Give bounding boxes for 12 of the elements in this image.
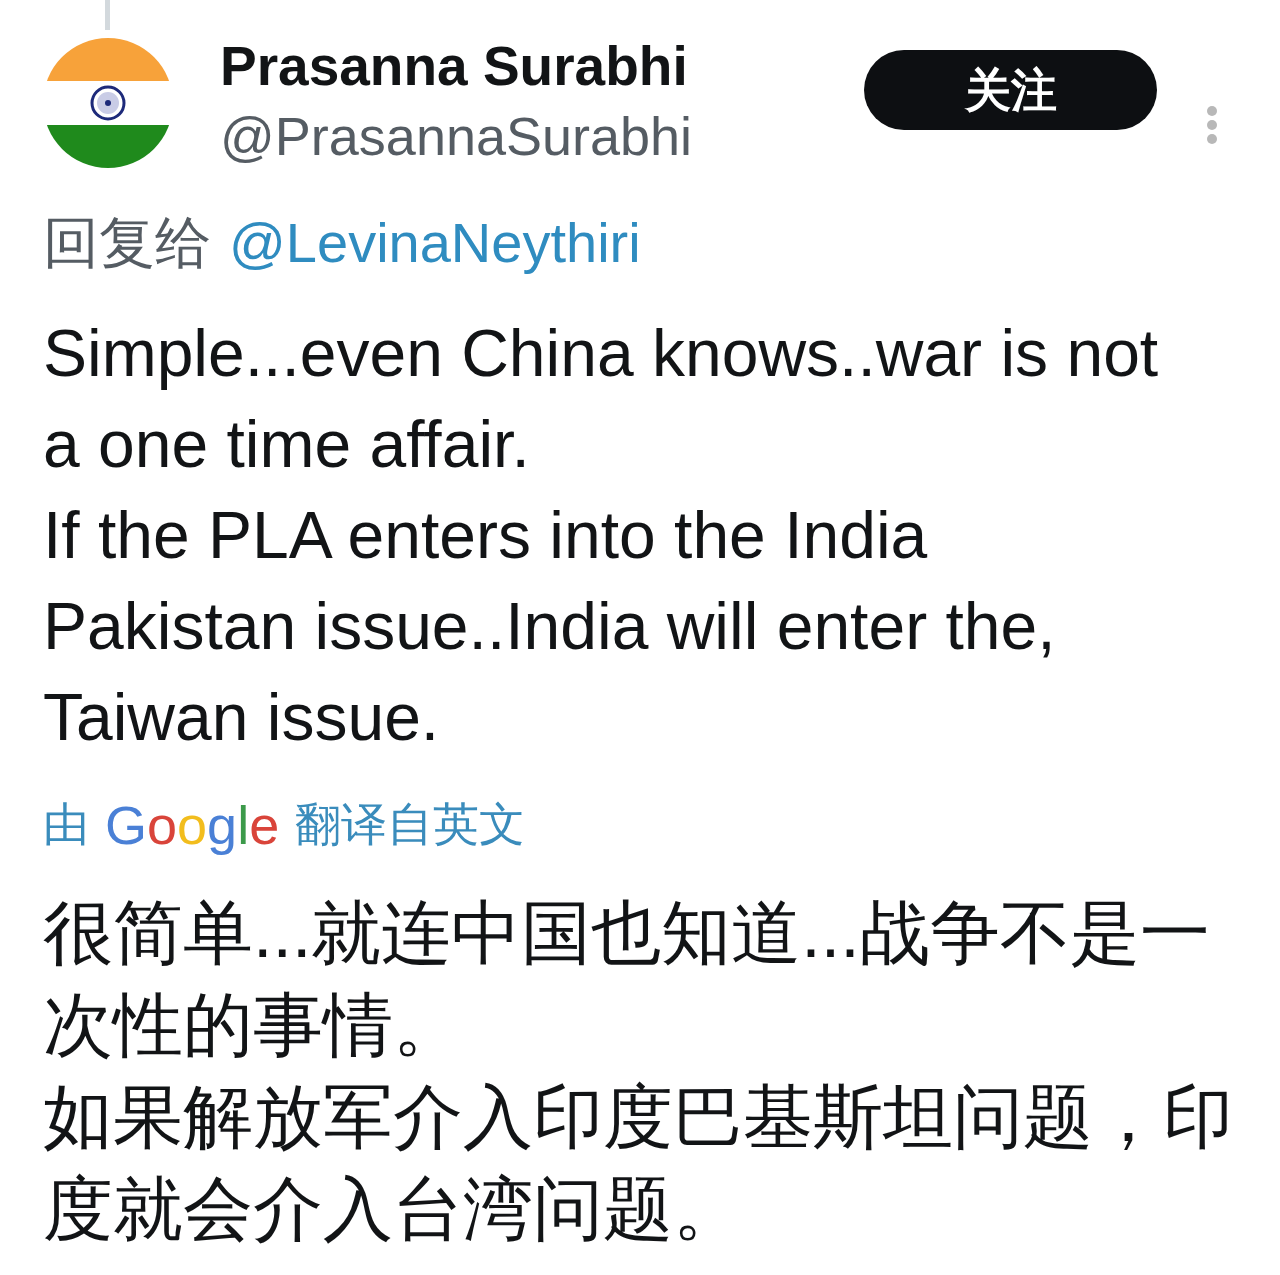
author-name: Prasanna Surabhi: [220, 35, 689, 98]
reply-label: 回复给: [43, 211, 211, 275]
translated-text-paragraph: 如果解放军介入印度巴基斯坦问题，印度就会介入台湾问题。: [43, 1077, 1234, 1250]
translation-label: 翻译自英文: [295, 797, 526, 852]
translation-prefix: 由: [43, 797, 89, 852]
google-logo: Google: [105, 795, 280, 855]
author-handle: @PrasannaSurabhi: [220, 105, 693, 167]
tweet-text-paragraph: Simple...even China knows..war is not a one time affair.: [43, 315, 1160, 483]
follow-button[interactable]: 关注: [864, 50, 1157, 130]
reply-handle-link[interactable]: @LevinaNeythiri: [229, 211, 641, 275]
tweet-text-paragraph: If the PLA enters into the India Pakistan issue..India will enter the, Taiwan issue.: [43, 497, 1057, 756]
translated-text-paragraph: 很简单...就连中国也知道...战争不是一次性的事情。: [43, 893, 1211, 1066]
